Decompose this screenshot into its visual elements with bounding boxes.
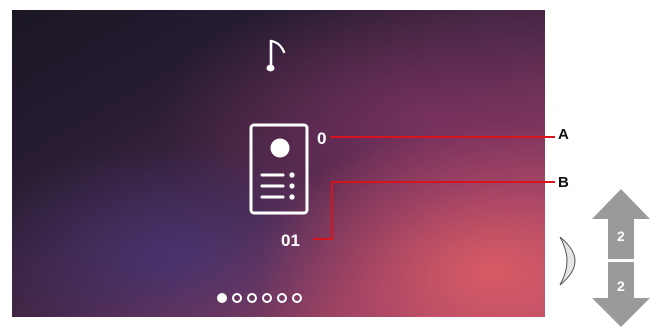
value-b: 01: [281, 231, 300, 250]
entrance-panel-icon[interactable]: [249, 123, 309, 215]
music-note-icon: [266, 39, 286, 72]
page-indicator: [217, 293, 302, 303]
device-screen: 0 01: [12, 10, 545, 317]
page-indicator-dot[interactable]: [262, 293, 272, 303]
arrow-down-icon: [592, 262, 650, 327]
arrow-up-step: 2: [617, 228, 625, 244]
side-rocker-button-icon[interactable]: [557, 236, 577, 286]
callout-label-a: A: [558, 126, 569, 143]
arrow-up-icon: [592, 189, 650, 259]
page-indicator-dot[interactable]: [217, 293, 227, 303]
arrow-down-step: 2: [617, 278, 625, 294]
value-a: 0: [317, 129, 327, 148]
figure-root: 0 01 A B 2 2: [0, 0, 656, 327]
callout-label-b: B: [558, 174, 569, 191]
page-indicator-dot[interactable]: [277, 293, 287, 303]
page-indicator-dot[interactable]: [292, 293, 302, 303]
page-indicator-dot[interactable]: [247, 293, 257, 303]
page-indicator-dot[interactable]: [232, 293, 242, 303]
